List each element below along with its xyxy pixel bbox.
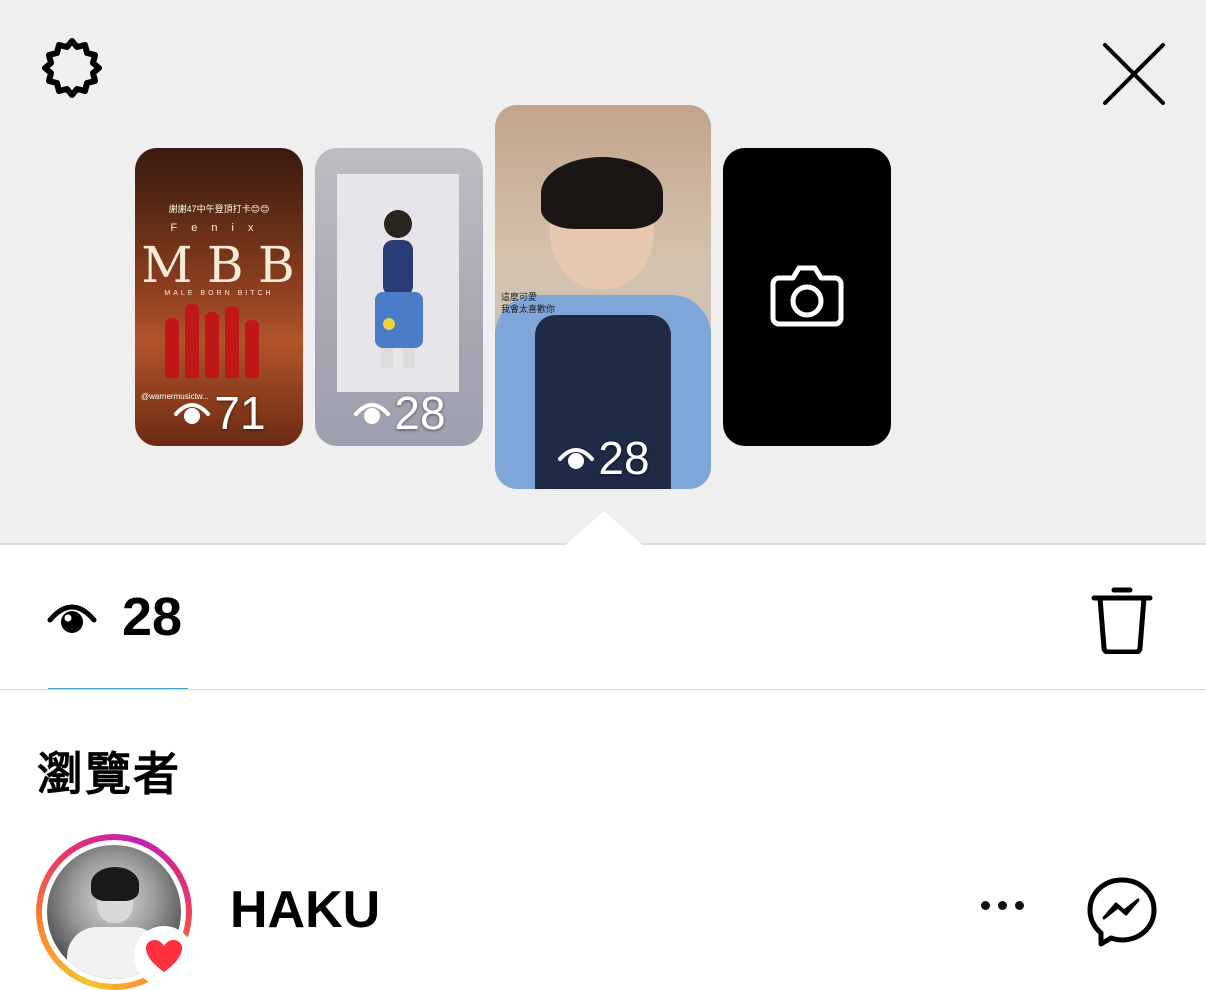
- views-tab[interactable]: [46, 598, 98, 643]
- settings-gear-icon[interactable]: [34, 34, 110, 110]
- dot: [1014, 900, 1024, 910]
- more-options-button[interactable]: [972, 890, 1032, 920]
- section-divider: [0, 689, 1206, 690]
- eye-icon: [47, 604, 97, 633]
- view-count: 28: [598, 432, 650, 484]
- story-thumbnail-3-selected[interactable]: 這麼可愛 我會太喜歡你 28: [495, 105, 711, 489]
- eye-icon: [174, 403, 211, 424]
- dot: [980, 900, 990, 910]
- dot: [997, 900, 1007, 910]
- message-button[interactable]: [1086, 876, 1158, 948]
- logo-letter: B: [258, 236, 297, 294]
- thumb-views: 28: [495, 431, 711, 485]
- trash-icon: [1091, 587, 1153, 655]
- view-count: 28: [394, 387, 446, 439]
- view-count: 71: [214, 387, 266, 439]
- logo-letter: M: [141, 236, 195, 294]
- thumb1-figures: [165, 298, 277, 378]
- thumb1-title: 謝謝47中午登頂打卡😊😊: [168, 204, 270, 214]
- story-thumbnail-2[interactable]: 28: [315, 148, 483, 446]
- total-view-count: 28: [122, 587, 183, 647]
- selected-pointer: [566, 511, 642, 545]
- heart-icon: [146, 940, 182, 972]
- close-icon: [1103, 43, 1165, 105]
- thumb2-photo: [337, 174, 459, 392]
- story-tray: 謝謝47中午登頂打卡😊😊 Fenix M B B MALE BORN BITCH…: [0, 0, 1206, 545]
- eye-icon: [354, 403, 391, 424]
- person-figure: [375, 210, 423, 368]
- viewers-section-title: 瀏覽者: [37, 748, 181, 800]
- thumb-views: 71: [135, 386, 303, 440]
- camera-icon: [770, 265, 844, 327]
- delete-button[interactable]: [1088, 584, 1156, 655]
- thumb1-logo: M B B: [135, 236, 303, 294]
- thumb1-brand: Fenix: [170, 222, 268, 234]
- viewer-list-item[interactable]: HAKU: [0, 830, 1206, 990]
- thumb3-caption: 這麼可愛 我會太喜歡你: [501, 292, 556, 314]
- logo-letter: B: [206, 236, 246, 294]
- close-button[interactable]: [1098, 38, 1170, 110]
- thumb1-subtitle: MALE BORN BITCH: [164, 290, 274, 297]
- thumb3-hair: [541, 157, 663, 229]
- gear-icon: [42, 38, 102, 98]
- eye-icon: [558, 448, 595, 469]
- add-story-camera-button[interactable]: [723, 148, 891, 446]
- thumb-views: 28: [315, 386, 483, 440]
- viewer-username[interactable]: HAKU: [230, 880, 380, 940]
- liked-badge: [134, 926, 194, 986]
- story-thumbnail-1[interactable]: 謝謝47中午登頂打卡😊😊 Fenix M B B MALE BORN BITCH…: [135, 148, 303, 446]
- messenger-icon: [1087, 877, 1157, 947]
